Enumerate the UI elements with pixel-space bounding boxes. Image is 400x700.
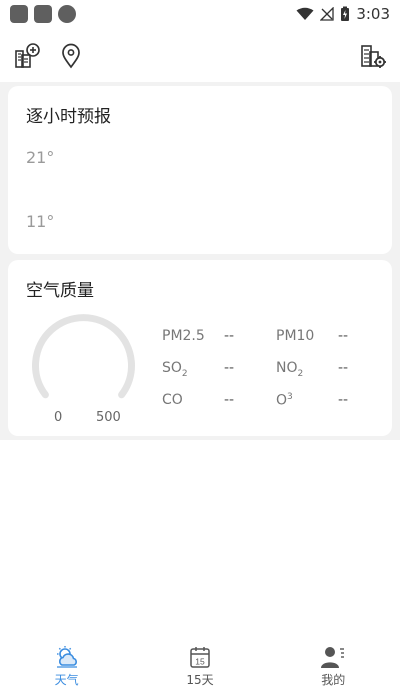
toolbar-left-group xyxy=(12,41,86,71)
so2-label: SO2 xyxy=(162,360,188,379)
svg-text:15: 15 xyxy=(195,657,205,667)
co-label: CO xyxy=(162,392,183,408)
bottom-navigation: 天气 15 15天 我的 xyxy=(0,645,400,700)
so2-value: -- xyxy=(224,360,235,376)
city-add-icon xyxy=(15,43,40,68)
hourly-forecast-title: 逐小时预报 xyxy=(26,107,111,127)
hourly-high-temp: 21° xyxy=(26,148,55,167)
top-toolbar xyxy=(0,30,400,82)
app-screen: 3:03 逐小时预报 21° 11° 空气质量 0 500 PM2.5 -- P… xyxy=(0,0,400,700)
nav-15-days-label: 15天 xyxy=(186,673,214,687)
o3-label: O3 xyxy=(276,392,293,409)
air-quality-card: 空气质量 0 500 PM2.5 -- PM10 -- SO2 -- NO2 -… xyxy=(8,260,392,436)
pm10-label: PM10 xyxy=(276,328,315,344)
air-quality-title: 空气质量 xyxy=(26,281,94,301)
no2-label: NO2 xyxy=(276,360,304,379)
main-content: 逐小时预报 21° 11° 空气质量 0 500 PM2.5 -- PM10 -… xyxy=(0,82,400,440)
no2-value: -- xyxy=(338,360,349,376)
notification-icon xyxy=(58,5,76,23)
status-bar: 3:03 xyxy=(0,0,400,28)
o3-value: -- xyxy=(338,392,349,408)
notification-icon xyxy=(34,5,52,23)
aqi-gauge-max: 500 xyxy=(96,410,121,425)
status-notifications xyxy=(10,5,76,23)
nav-15-days[interactable]: 15 15天 xyxy=(155,645,245,688)
nav-profile-label: 我的 xyxy=(321,673,346,687)
pm10-value: -- xyxy=(338,328,349,344)
status-indicators: 3:03 xyxy=(296,5,390,23)
nav-weather-label: 天气 xyxy=(54,673,79,687)
weather-icon xyxy=(56,646,77,668)
calendar-15-icon: 15 xyxy=(190,647,210,668)
aqi-gauge-arc xyxy=(32,314,135,399)
status-time: 3:03 xyxy=(356,5,390,23)
user-icon xyxy=(321,647,345,668)
wifi-icon xyxy=(296,7,314,21)
co-value: -- xyxy=(224,392,235,408)
no-signal-icon xyxy=(320,7,334,21)
add-city-button[interactable] xyxy=(12,41,42,71)
city-settings-button[interactable] xyxy=(358,41,388,71)
hourly-forecast-card: 逐小时预报 21° 11° xyxy=(8,86,392,254)
battery-charging-icon xyxy=(340,6,350,22)
hourly-low-temp: 11° xyxy=(26,212,55,231)
aqi-gauge: 0 500 xyxy=(30,310,140,430)
pm25-value: -- xyxy=(224,328,235,344)
location-button[interactable] xyxy=(56,41,86,71)
pm25-label: PM2.5 xyxy=(162,328,205,344)
location-pin-icon xyxy=(62,43,80,69)
city-settings-icon xyxy=(361,45,386,68)
nav-profile[interactable]: 我的 xyxy=(288,645,378,688)
nav-weather[interactable]: 天气 xyxy=(22,645,112,688)
aqi-gauge-min: 0 xyxy=(54,410,63,425)
notification-icon xyxy=(10,5,28,23)
